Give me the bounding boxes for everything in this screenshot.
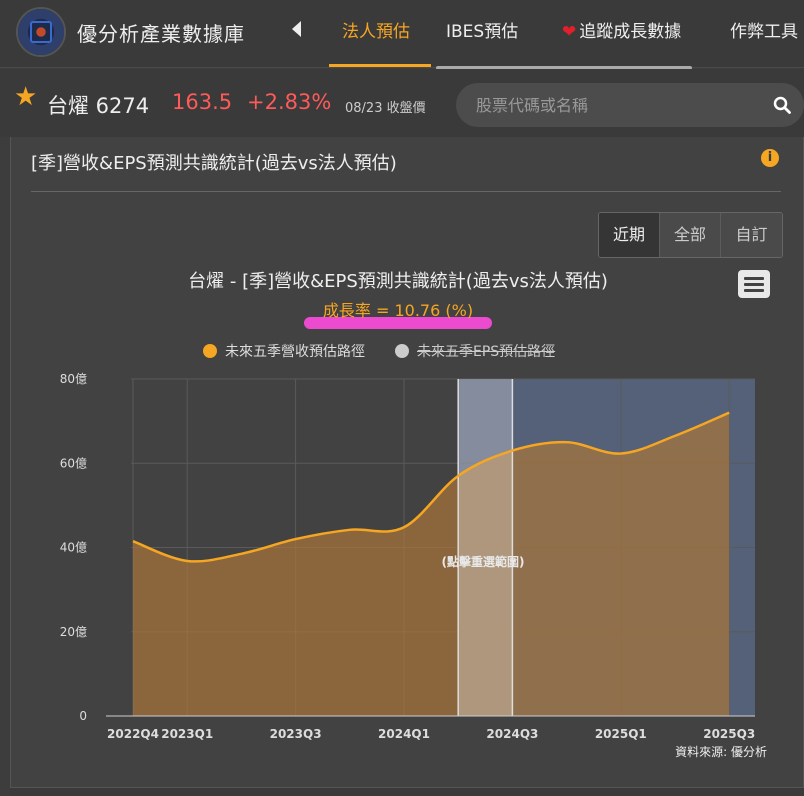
nav-left-arrow-icon[interactable] <box>292 21 301 37</box>
legend-dot-eps <box>395 344 409 358</box>
x-tick-label: 2024Q3 <box>486 727 538 741</box>
selection-hint: (點擊重選範圍) <box>442 554 525 569</box>
data-source: 資料來源: 優分析 <box>675 745 767 759</box>
x-tick-label: 2025Q1 <box>595 727 647 741</box>
tab-institutional-forecast[interactable]: 法人預估 <box>342 17 410 42</box>
y-tick-label: 40億 <box>60 541 87 555</box>
legend-label-revenue: 未來五季營收預估路徑 <box>225 344 365 360</box>
stock-date: 08/23 收盤價 <box>345 101 426 116</box>
legend-dot-revenue <box>203 344 217 358</box>
search-input[interactable] <box>456 83 804 127</box>
growth-rate: 成長率 = 10.76 (%) <box>322 301 474 320</box>
tab-track-growth-label: 追蹤成長數據 <box>579 22 682 42</box>
x-tick-label: 2025Q3 <box>703 727 755 741</box>
revenue-area <box>133 412 730 716</box>
x-tick-label: 2024Q1 <box>378 727 430 741</box>
legend-item-eps[interactable]: 未來五季EPS預估路徑 <box>395 341 555 361</box>
site-title[interactable]: 優分析產業數據庫 <box>77 18 245 47</box>
tab-cheat-tools[interactable]: 作弊工具 <box>730 17 798 42</box>
legend-item-revenue[interactable]: 未來五季營收預估路徑 <box>203 341 365 361</box>
tab-ibes-forecast[interactable]: IBES預估 <box>446 17 518 42</box>
stock-price: 163.5 <box>172 90 233 114</box>
revenue-chart[interactable]: 0 20億 40億 60億 80億 2022Q4 2023Q1 2023Q3 2024Q1 202… <box>11 137 804 788</box>
panel-body: [季]營收&EPS預測共識統計(過去vs法人預估) i 近期 全部 自訂 0 20… <box>10 137 804 788</box>
stock-name: 台燿 6274 <box>47 94 150 118</box>
y-tick-label: 0 <box>79 709 87 723</box>
selection-band <box>458 379 513 716</box>
heart-icon: ❤ <box>562 22 577 42</box>
y-tick-label: 60億 <box>60 456 87 470</box>
app-root: 優分析產業數據庫 法人預估 IBES預估 ❤ 追蹤成長數據 作弊工具 ★ 台燿 6… <box>0 0 804 796</box>
active-tab-indicator <box>329 64 431 67</box>
stock-header: ★ 台燿 6274 163.5 +2.83% 08/23 收盤價 <box>0 69 804 137</box>
stock-change: +2.83% <box>247 90 332 114</box>
chart-menu-icon[interactable] <box>738 270 770 298</box>
x-tick-label: 2023Q3 <box>270 727 322 741</box>
chart-legend: 未來五季營收預估路徑 未來五季EPS預估路徑 <box>203 341 555 361</box>
y-tick-label: 80億 <box>60 372 87 386</box>
legend-label-eps: 未來五季EPS預估路徑 <box>417 344 556 360</box>
forecast-panel: [季]營收&EPS預測共識統計(過去vs法人預估) i 近期 全部 自訂 0 20… <box>10 137 804 796</box>
site-logo[interactable] <box>16 7 66 57</box>
chart-title: 台燿 - [季]營收&EPS預測共識統計(過去vs法人預估) <box>188 271 608 292</box>
top-nav: 優分析產業數據庫 法人預估 IBES預估 ❤ 追蹤成長數據 作弊工具 <box>0 0 804 70</box>
tab-track-growth[interactable]: ❤ 追蹤成長數據 <box>562 17 681 42</box>
y-tick-label: 20億 <box>60 625 87 639</box>
x-tick-label: 2023Q1 <box>161 727 213 741</box>
x-tick-label: 2022Q4 <box>107 727 159 741</box>
star-icon[interactable]: ★ <box>14 84 37 110</box>
search-icon[interactable] <box>773 96 791 114</box>
